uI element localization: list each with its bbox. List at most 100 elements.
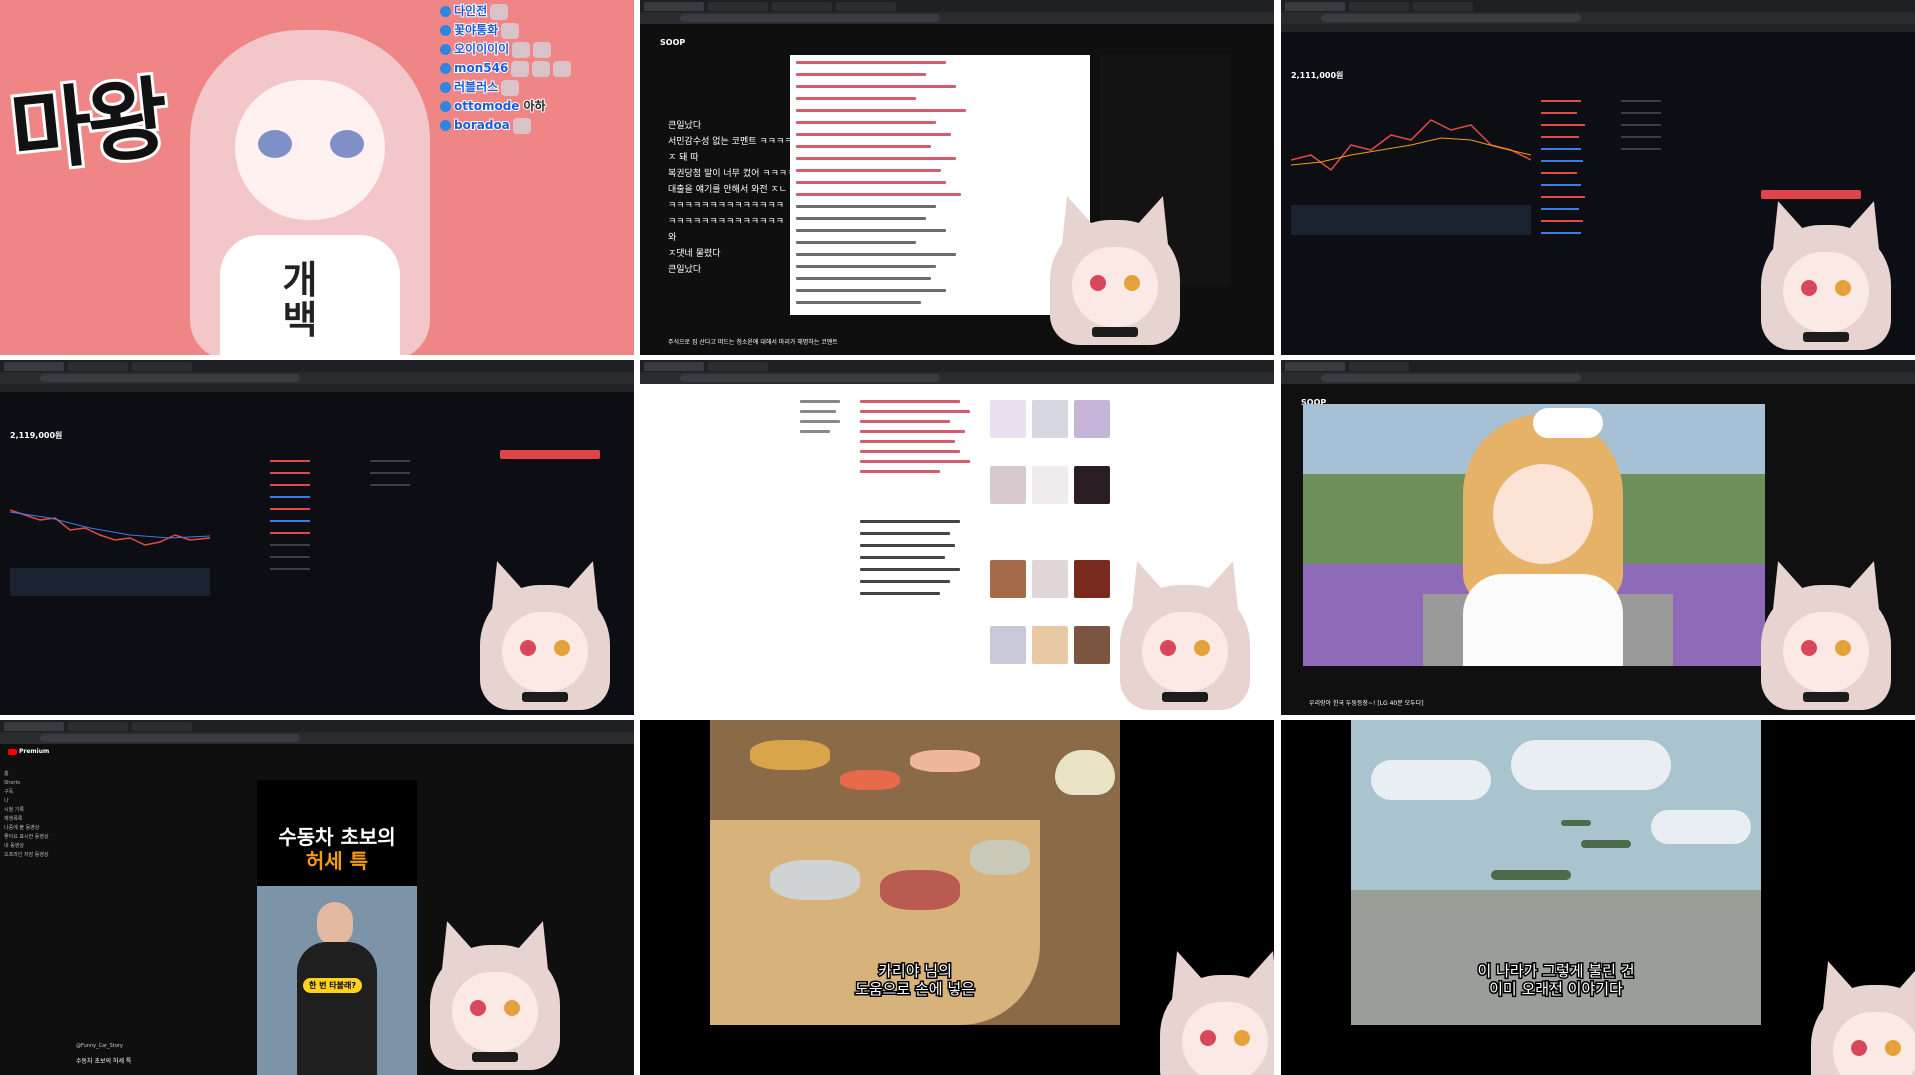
sidebar-item[interactable]: 나중에 볼 동영상 [4,824,64,833]
vtuber-avatar [420,914,570,1070]
tile-anime-food-scene: 카리야 님의 도움으로 손에 넣은 [640,720,1274,1075]
browser-tab-bar[interactable] [0,720,634,732]
emote-icon [501,79,520,96]
tile-stock-trading-a: 2,111,000원 [1281,0,1915,355]
list-item[interactable] [860,532,950,535]
sidebar-item[interactable]: 구독 [4,788,64,797]
browser-tab-bar[interactable] [640,0,1274,12]
list-item[interactable] [796,301,921,304]
list-item[interactable] [860,410,970,413]
image-thumbnail[interactable] [990,400,1026,438]
address-bar[interactable] [640,372,1274,384]
sidebar-item[interactable] [800,400,840,403]
address-bar[interactable] [1281,12,1915,24]
list-item[interactable] [860,460,970,463]
sidebar-item[interactable] [800,430,830,433]
sidebar-item[interactable]: 시청 기록 [4,806,64,815]
bookmarks-bar[interactable] [1281,24,1915,32]
tile-mawang-overlay: 마왕 개 백 다인전 꽃야통화 오이이이이 mon546 러블러스 ottomo… [0,0,634,355]
chat-overlay: 다인전 꽃야통화 오이이이이 mon546 러블러스 ottomode 아하 bo… [440,2,572,135]
browser-tab-bar[interactable] [640,360,1274,372]
image-thumbnail[interactable] [1032,626,1068,664]
vtuber-avatar [1801,954,1915,1075]
chat-message: 오이이이이 [440,40,571,59]
pink-hair-character: 개 백 [180,10,440,355]
address-bar[interactable] [640,12,1274,24]
sidebar-item[interactable]: Shorts [4,779,64,788]
chat-message: mon546 [440,59,572,78]
chat-message: 다인전 [440,2,571,21]
buy-button[interactable] [1761,190,1861,199]
address-bar[interactable] [1281,372,1915,384]
buy-button[interactable] [500,450,600,459]
subtitle: 이 나라가 그렇게 불린 건 이미 오래전 이야기다 [1476,961,1636,1000]
price-chart[interactable] [10,480,210,600]
list-item[interactable] [796,289,946,292]
sidebar-item[interactable] [800,420,840,423]
list-item[interactable] [796,109,966,112]
image-thumbnail[interactable] [1074,560,1110,598]
list-item[interactable] [860,430,965,433]
sidebar-item[interactable]: 재생목록 [4,815,64,824]
list-item[interactable] [860,556,945,559]
list-item[interactable] [860,420,950,423]
list-item[interactable] [860,470,940,473]
image-thumbnail[interactable] [990,466,1026,504]
list-item[interactable] [860,544,955,547]
list-item[interactable] [796,97,916,100]
image-thumbnail[interactable] [990,560,1026,598]
sidebar-item[interactable]: 홈 [4,770,64,779]
order-book[interactable] [270,460,470,700]
sidebar-item[interactable] [800,410,836,413]
list-item[interactable] [860,592,940,595]
list-item[interactable] [860,568,960,571]
image-thumbnail[interactable] [1032,560,1068,598]
tile-community-board [640,360,1274,715]
image-thumbnail[interactable] [1074,626,1110,664]
video-player[interactable] [1303,404,1765,666]
list-item[interactable] [860,400,960,403]
shorts-player[interactable]: 수동차 초보의 허세 특 한 번 타볼래? [257,780,417,1075]
sidebar-item[interactable]: 오프라인 저장 동영상 [4,851,64,860]
browser-tab-bar[interactable] [1281,360,1915,372]
emote-icon [512,41,531,58]
sidebar-item[interactable]: 나 [4,797,64,806]
sidebar-item[interactable]: 좋아요 표시한 동영상 [4,833,64,842]
image-thumbnail[interactable] [990,626,1026,664]
sidebar-item[interactable]: 내 동영상 [4,842,64,851]
price-chart[interactable] [1291,100,1531,240]
vtuber-avatar [1751,194,1901,350]
mawang-overlay-text: 마왕 [3,63,173,188]
list-item[interactable] [796,73,926,76]
bookmarks-bar[interactable] [0,384,634,392]
image-thumbnail[interactable] [1074,466,1110,504]
fan-badge-icon [440,63,451,74]
fan-badge-icon [440,44,451,55]
address-bar[interactable] [0,732,634,744]
address-bar[interactable] [0,372,634,384]
list-item[interactable] [860,450,960,453]
list-item[interactable] [860,440,955,443]
browser-tab-bar[interactable] [1281,0,1915,12]
emote-icon [501,22,520,39]
emote-icon [512,117,531,134]
fan-badge-icon [440,101,451,112]
list-item[interactable] [796,85,956,88]
image-thumbnail[interactable] [1032,466,1068,504]
channel-handle[interactable]: @Funny_Car_Story [76,1043,123,1049]
list-item[interactable] [796,61,946,64]
soop-logo[interactable]: SOOP [660,38,685,47]
emote-icon [533,41,552,58]
emote-icon [532,60,551,77]
browser-tab-bar[interactable] [0,360,634,372]
image-thumbnail[interactable] [1032,400,1068,438]
order-book[interactable] [1541,100,1741,340]
fan-badge-icon [440,25,451,36]
image-thumbnail[interactable] [1074,400,1110,438]
vtuber-avatar [470,554,620,710]
youtube-logo[interactable]: Premium [8,748,49,755]
list-item[interactable] [860,520,960,523]
fan-badge-icon [440,6,451,17]
sidebar[interactable]: 홈 Shorts 구독 나 시청 기록 재생목록 나중에 볼 동영상 좋아요 표… [4,770,64,860]
list-item[interactable] [860,580,950,583]
